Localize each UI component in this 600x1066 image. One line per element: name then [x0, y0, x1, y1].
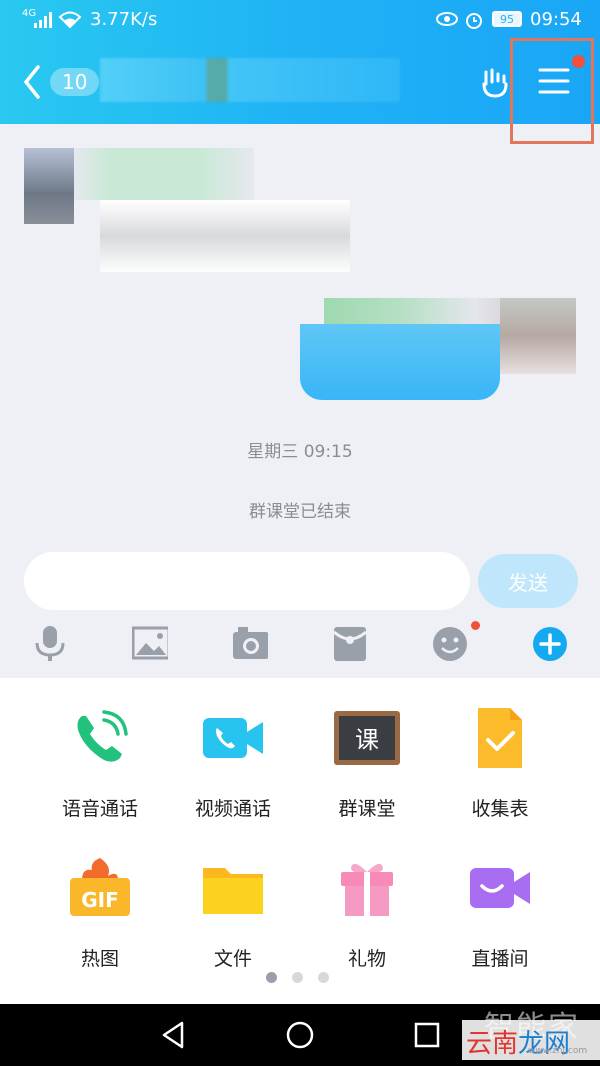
message-input[interactable] — [24, 552, 470, 610]
gift-icon — [341, 863, 393, 916]
nav-home-icon[interactable] — [286, 1021, 314, 1049]
emoji-notification-dot — [471, 621, 480, 630]
message-bubble-incoming[interactable] — [100, 200, 350, 272]
gif-icon: GIF — [70, 858, 130, 916]
send-button[interactable]: 发送 — [478, 554, 578, 608]
live-room-icon — [470, 868, 530, 908]
hot-gif-label: 热图 — [80, 948, 119, 970]
gift-label: 礼物 — [347, 948, 386, 970]
file-label: 文件 — [213, 948, 252, 970]
menu-highlight-box[interactable] — [510, 38, 594, 144]
menu-notification-dot — [572, 55, 585, 68]
page-indicator-1[interactable] — [266, 972, 277, 983]
unread-count-badge: 10 — [50, 68, 100, 96]
signal-icon — [34, 12, 52, 28]
gift-item[interactable]: 礼物 — [300, 856, 434, 971]
video-call-label: 视频通话 — [194, 798, 271, 820]
red-packet-icon[interactable] — [333, 626, 369, 662]
avatar[interactable] — [24, 148, 74, 224]
self-avatar[interactable] — [500, 298, 576, 374]
nav-back-icon[interactable] — [160, 1021, 186, 1049]
form-check-icon — [478, 708, 522, 768]
status-bar: 4G 3.77K/s 95 09:54 — [0, 0, 600, 40]
eye-icon — [436, 12, 458, 26]
clock: 09:54 — [530, 9, 582, 30]
system-message: 群课堂已结束 — [249, 502, 351, 522]
back-chevron-icon — [23, 65, 40, 99]
classroom-badge: 课 — [355, 726, 379, 754]
video-call-item[interactable]: 视频通话 — [166, 706, 300, 821]
alarm-icon — [466, 13, 482, 29]
gif-badge: GIF — [81, 888, 119, 912]
watermark-url: www.znj.com — [528, 1046, 588, 1056]
hot-gif-item[interactable]: GIF 热图 — [33, 856, 167, 971]
page-indicator-2[interactable] — [292, 972, 303, 983]
sender-name-redacted — [74, 148, 254, 200]
chat-title-redacted — [100, 58, 400, 102]
nav-recents-icon[interactable] — [414, 1022, 440, 1048]
file-item[interactable]: 文件 — [166, 856, 300, 971]
battery-icon: 95 — [492, 11, 522, 27]
hand-gesture-icon[interactable] — [478, 66, 512, 100]
wifi-icon — [58, 11, 82, 28]
emoji-icon[interactable] — [432, 626, 468, 662]
voice-call-item[interactable]: 语音通话 — [33, 706, 167, 821]
collect-form-label: 收集表 — [471, 798, 529, 820]
network-speed: 3.77K/s — [90, 9, 158, 30]
message-bubble-outgoing[interactable] — [300, 324, 500, 400]
folder-icon — [203, 868, 263, 914]
live-room-item[interactable]: 直播间 — [433, 856, 567, 971]
collect-form-item[interactable]: 收集表 — [433, 706, 567, 821]
phone-icon — [77, 710, 128, 762]
watermark: 智能家 云南龙网 www.znj.com — [462, 1002, 600, 1066]
live-room-label: 直播间 — [471, 948, 529, 970]
group-class-item[interactable]: 课 群课堂 — [300, 706, 434, 821]
plus-icon[interactable] — [532, 626, 568, 662]
battery-level: 95 — [500, 13, 514, 26]
classroom-icon: 课 — [334, 711, 400, 765]
voice-call-label: 语音通话 — [61, 798, 138, 820]
image-icon[interactable] — [132, 626, 168, 662]
camera-icon[interactable] — [232, 626, 268, 662]
group-class-label: 群课堂 — [338, 798, 396, 820]
microphone-icon[interactable] — [32, 626, 68, 662]
video-call-icon — [203, 718, 263, 758]
message-timestamp: 星期三 09:15 — [247, 442, 353, 462]
page-indicator-3[interactable] — [318, 972, 329, 983]
